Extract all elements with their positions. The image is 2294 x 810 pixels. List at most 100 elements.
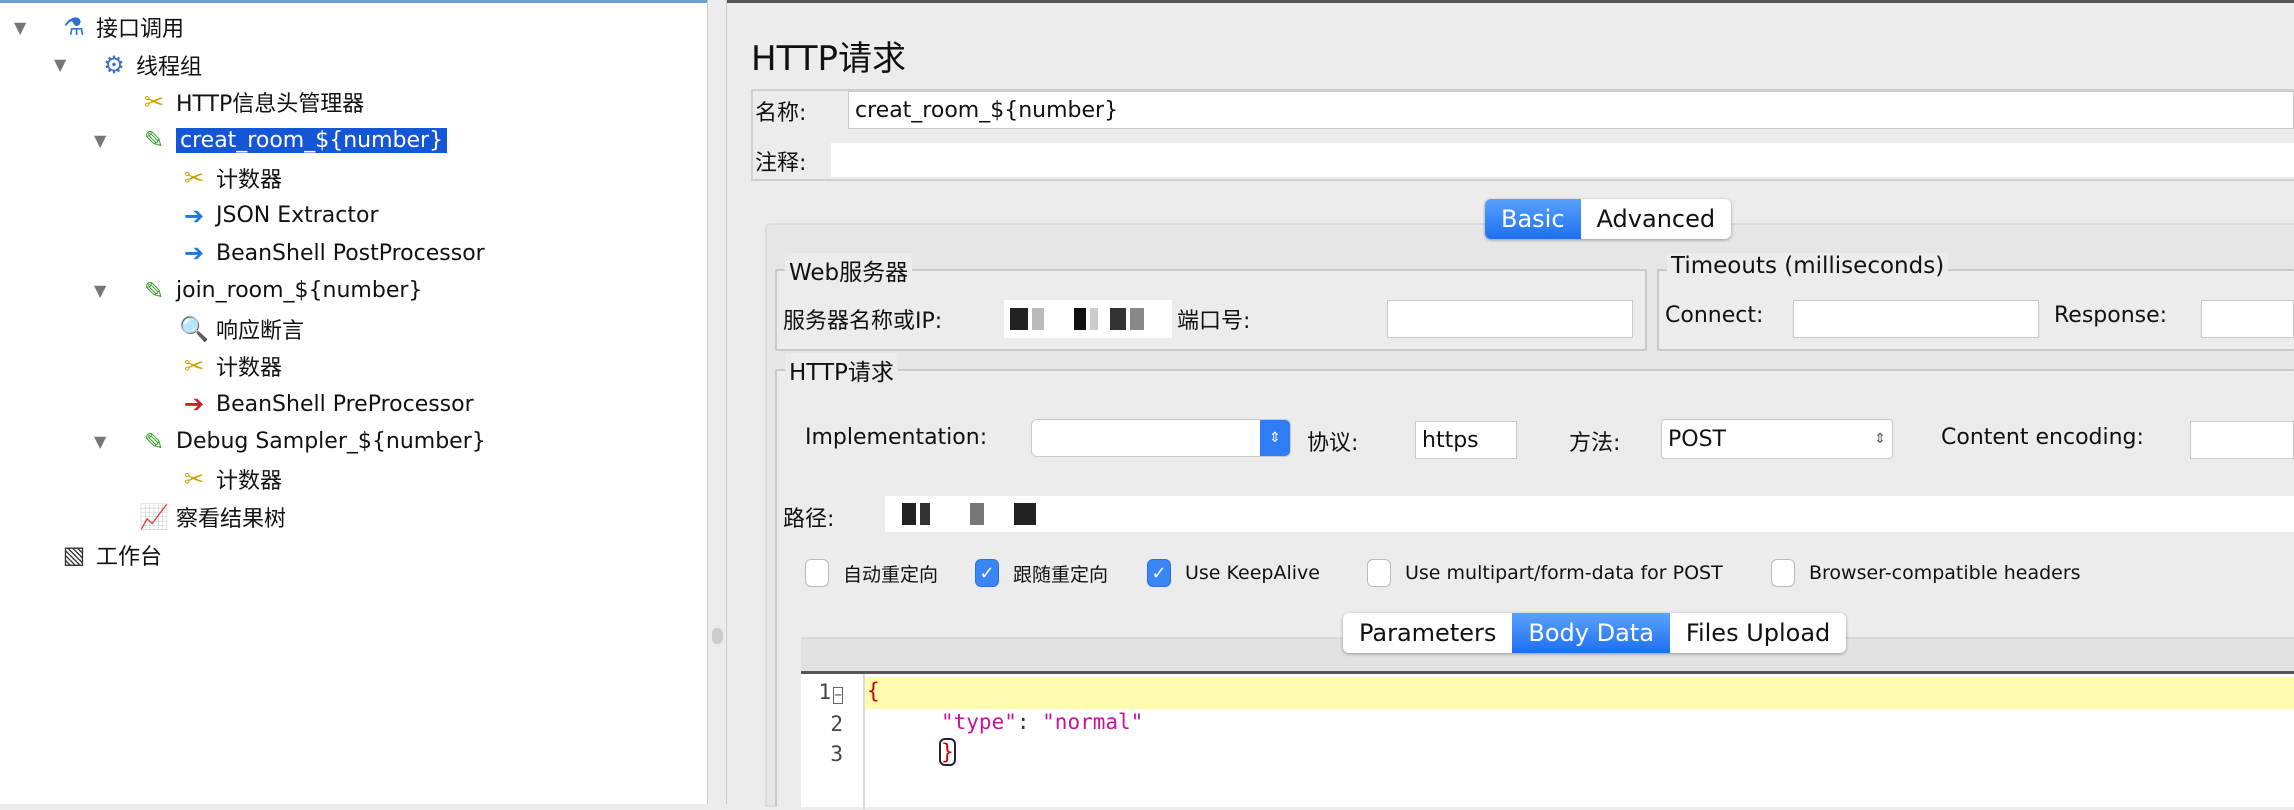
tree-item[interactable]: ▧ 工作台 [58,537,162,573]
tab-basic[interactable]: Basic [1485,199,1581,239]
tree-item-label: join_room_${number} [176,278,423,304]
content-encoding-input[interactable] [2190,421,2294,459]
tree-item[interactable]: ▼ ⚗ 接口调用 [14,9,185,45]
checkbox-label: Use KeepAlive [1185,562,1320,584]
redacted-block [1010,308,1028,330]
select-arrows-icon: ⇕ [1874,431,1886,447]
tree-item-label: creat_room_${number} [176,127,448,153]
thread-group-gear-icon: ⚙ [103,50,125,79]
tree-item-label: BeanShell PostProcessor [216,240,485,266]
checkbox-label: Browser-compatible headers [1809,562,2081,584]
assertion-magnifier-icon: 🔍 [179,314,209,343]
tree-item[interactable]: ✂ 计数器 [178,461,282,497]
tree-item-label: 计数器 [216,469,283,495]
checkbox-label: 跟随重定向 [1013,563,1109,586]
line-number: 1− [818,680,843,704]
checkbox-option[interactable]: 自动重定向 [805,559,938,587]
tree-item-label: 响应断言 [216,318,305,344]
expand-arrow-icon[interactable]: ▼ [14,18,26,37]
body-data-editor[interactable]: 1− 2 3 { "type": "normal" } [801,671,2294,810]
tree-item[interactable]: 🔍 响应断言 [178,311,304,347]
sampler-pipette-icon: ✎ [143,126,165,155]
tab-files-upload[interactable]: Files Upload [1670,613,1846,653]
tree-item-label: BeanShell PreProcessor [216,391,474,417]
protocol-input[interactable]: https [1415,421,1517,459]
code-brace-open: { [867,679,880,703]
tab-body-data[interactable]: Body Data [1512,613,1670,653]
config-tools-icon: ✂ [183,163,205,192]
server-input[interactable] [1004,300,1172,338]
code-brace-close: } [939,738,956,766]
line-number: 2 [830,712,843,736]
checkbox[interactable] [805,559,829,587]
checkbox-option[interactable]: Browser-compatible headers [1771,559,2081,587]
tree-item[interactable]: ✂ 计数器 [178,160,282,196]
expand-arrow-icon[interactable]: ▼ [94,281,106,300]
checkbox[interactable] [1771,559,1795,587]
expand-arrow-icon[interactable]: ▼ [94,131,106,150]
splitter-handle[interactable] [712,628,723,644]
content-encoding-label: Content encoding: [1941,425,2144,450]
response-timeout-input[interactable] [2201,300,2294,338]
sampler-pipette-icon: ✎ [143,276,165,305]
connect-timeout-input[interactable] [1793,300,2039,338]
fold-icon[interactable]: − [833,687,843,704]
checkbox-option[interactable]: ✓ 跟随重定向 [975,559,1108,587]
tab-parameters[interactable]: Parameters [1343,613,1512,653]
http-request-group-title: HTTP请求 [785,353,898,387]
tree-item[interactable]: ➔ BeanShell PostProcessor [178,235,485,271]
path-label: 路径: [783,507,835,532]
tree-item[interactable]: ▼ ✎ creat_room_${number} [94,122,448,158]
workbench-icon: ▧ [62,540,86,569]
path-input[interactable] [885,496,2294,532]
name-label: 名称: [755,101,807,126]
web-server-title: Web服务器 [785,253,913,287]
tree-item[interactable]: 📈 察看结果树 [138,499,286,535]
config-tools-icon: ✂ [143,88,165,117]
tree-item-label: 计数器 [216,356,283,382]
select-arrows-icon: ⇕ [1260,420,1290,456]
expand-arrow-icon[interactable]: ▼ [94,432,106,451]
tree-item-label: 计数器 [216,167,283,193]
http-request-panel: HTTP请求 名称: creat_room_${number} 注释: Basi… [727,0,2294,810]
checkbox[interactable] [1367,559,1391,587]
tree-item[interactable]: ▼ ✎ Debug Sampler_${number} [94,424,486,460]
tree-item-label: 工作台 [96,544,163,570]
implementation-select[interactable]: ⇕ [1031,419,1291,457]
checkbox[interactable]: ✓ [975,559,999,587]
connect-label: Connect: [1665,303,1764,328]
checkbox-option[interactable]: Use multipart/form-data for POST [1367,559,1723,587]
expand-arrow-icon[interactable]: ▼ [54,55,66,74]
method-label: 方法: [1569,431,1621,456]
listener-graph-icon: 📈 [139,503,169,532]
implementation-label: Implementation: [805,425,988,450]
tree-item[interactable]: ➔ JSON Extractor [178,198,379,234]
tab-advanced[interactable]: Advanced [1581,199,1732,239]
name-input[interactable]: creat_room_${number} [848,91,2294,129]
checkbox-label: Use multipart/form-data for POST [1405,562,1723,584]
config-tools-icon: ✂ [183,465,205,494]
server-label: 服务器名称或IP: [783,309,943,334]
tree-item[interactable]: ▼ ✎ join_room_${number} [94,273,423,309]
tree-item-label: 线程组 [136,54,203,80]
checkbox-option[interactable]: ✓ Use KeepAlive [1147,559,1320,587]
protocol-label: 协议: [1307,431,1359,456]
tree-item[interactable]: ✂ HTTP信息头管理器 [138,84,364,120]
method-select[interactable]: POST ⇕ [1661,419,1893,459]
tree-item-label: Debug Sampler_${number} [176,429,486,455]
tree-item-label: 接口调用 [96,17,185,42]
test-plan-tree[interactable]: ▼ ⚗ 接口调用 ▼ ⚙ 线程组 ✂ HTTP信息头管理器 ▼ ✎ creat_room_${num… [0,0,707,804]
checkbox-label: 自动重定向 [843,563,939,586]
tree-item[interactable]: ▼ ⚙ 线程组 [54,47,203,83]
pane-splitter[interactable] [707,0,727,804]
port-input[interactable] [1387,300,1633,338]
response-label: Response: [2054,303,2168,328]
comment-input[interactable] [831,143,2294,177]
tree-item[interactable]: ✂ 计数器 [178,348,282,384]
page-title: HTTP请求 [751,39,907,79]
tree-item-label: HTTP信息头管理器 [176,92,365,118]
post-processor-icon: ➔ [183,239,205,268]
checkbox[interactable]: ✓ [1147,559,1171,587]
config-tools-icon: ✂ [183,352,205,381]
tree-item[interactable]: ➔ BeanShell PreProcessor [178,386,474,422]
